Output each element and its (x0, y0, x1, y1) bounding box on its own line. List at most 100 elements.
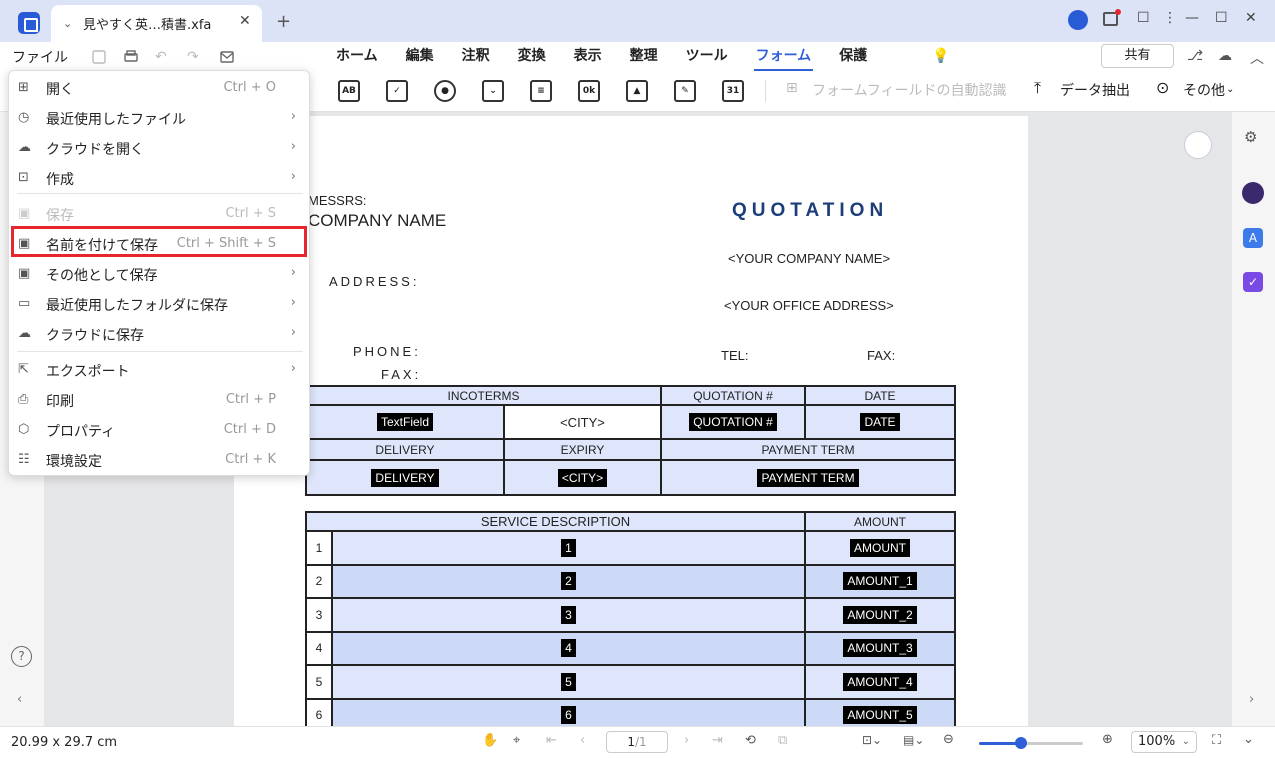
amount-cell[interactable]: AMOUNT_5 (804, 697, 956, 726)
tab-home[interactable]: ホーム (322, 42, 392, 72)
comment-icon[interactable]: ☐ (1137, 10, 1150, 26)
image-field-icon[interactable]: ▲ (626, 80, 648, 102)
menu-item-export[interactable]: ⇱ エクスポート › (9, 355, 309, 385)
menu-item-create[interactable]: ⊡ 作成 › (9, 163, 309, 193)
translate-icon[interactable]: A (1243, 228, 1263, 248)
amount-cell[interactable]: AMOUNT_3 (804, 630, 956, 666)
zoom-in-icon[interactable]: ⊕ (1102, 732, 1113, 747)
amount-cell[interactable]: AMOUNT_4 (804, 664, 956, 700)
description-cell[interactable]: 1 (331, 530, 806, 566)
amount-field[interactable]: AMOUNT (850, 538, 910, 557)
help-icon[interactable]: ? (11, 646, 32, 667)
description-field[interactable]: 1 (561, 538, 576, 557)
amount-cell[interactable]: AMOUNT_1 (804, 563, 956, 599)
list-box-icon[interactable]: ≡ (530, 80, 552, 102)
more-button[interactable]: その他 (1183, 80, 1225, 100)
date-field-icon[interactable]: 31 (722, 80, 744, 102)
layout-icon[interactable]: ▤⌄ (903, 733, 924, 747)
scroll-down-icon[interactable]: ⌄ (1243, 732, 1254, 747)
task-icon[interactable]: ✓ (1243, 272, 1263, 292)
hand-tool-icon[interactable]: ✋ (482, 733, 498, 748)
delivery-field[interactable]: DELIVERY (371, 468, 439, 487)
radio-button-icon[interactable]: ● (434, 80, 456, 102)
tab-organize[interactable]: 整理 (616, 42, 672, 72)
description-field[interactable]: 4 (561, 639, 576, 658)
ai-assistant-icon[interactable] (1242, 182, 1264, 204)
share-button[interactable]: 共有 (1101, 44, 1174, 68)
tab-view[interactable]: 表示 (560, 42, 616, 72)
description-field[interactable]: 5 (561, 672, 576, 691)
mail-icon[interactable] (219, 49, 235, 65)
payment-field-cell[interactable]: PAYMENT TERM (660, 459, 956, 496)
next-page-icon[interactable]: › (684, 733, 689, 748)
quotation-field[interactable]: QUOTATION # (689, 413, 777, 431)
word-convert-icon[interactable] (1184, 131, 1212, 159)
rotate-icon[interactable]: ⟲ (745, 733, 756, 748)
amount-cell[interactable]: AMOUNT (804, 530, 956, 566)
tab-protect[interactable]: 保護 (825, 42, 881, 72)
textfield-cell[interactable]: TextField (305, 404, 505, 440)
delivery-field-cell[interactable]: DELIVERY (305, 459, 505, 496)
file-menu-button[interactable]: ファイル (12, 47, 68, 67)
maximize-icon[interactable]: ☐ (1215, 10, 1228, 26)
extract-data-button[interactable]: データ抽出 (1060, 80, 1130, 100)
collapse-left-icon[interactable]: ‹ (17, 692, 22, 707)
tab-convert[interactable]: 変換 (504, 42, 560, 72)
description-field[interactable]: 2 (561, 572, 576, 591)
description-cell[interactable]: 6 (331, 697, 806, 726)
menu-item-recent-files[interactable]: ◷ 最近使用したファイル › (9, 103, 309, 133)
city-field[interactable]: <CITY> (557, 468, 608, 487)
lightbulb-icon[interactable]: 💡 (932, 48, 949, 64)
menu-item-save[interactable]: ▣ 保存 Ctrl + S (9, 199, 309, 229)
last-page-icon[interactable]: ⇥ (712, 733, 723, 748)
zoom-select[interactable]: 100% ⌄ (1131, 731, 1197, 753)
first-page-icon[interactable]: ⇤ (546, 733, 557, 748)
chevron-down-icon[interactable]: ⌄ (63, 17, 72, 30)
document-tab[interactable]: ⌄ 見やすく英…積書.xfa ✕ (51, 5, 262, 42)
checkbox-icon[interactable]: ✓ (386, 80, 408, 102)
zoom-slider-handle[interactable] (1015, 737, 1027, 749)
description-field[interactable]: 6 (561, 706, 576, 725)
account-icon[interactable] (1068, 10, 1088, 30)
new-tab-icon[interactable]: + (276, 11, 291, 32)
signature-field-icon[interactable]: ✎ (674, 80, 696, 102)
redo-icon[interactable]: ↷ (187, 49, 203, 65)
close-window-icon[interactable]: ✕ (1245, 10, 1257, 26)
menu-item-print[interactable]: ⎙ 印刷 Ctrl + P (9, 385, 309, 415)
amount-cell[interactable]: AMOUNT_2 (804, 597, 956, 633)
description-field[interactable]: 3 (561, 605, 576, 624)
prev-page-icon[interactable]: ‹ (580, 733, 585, 748)
quotation-field-cell[interactable]: QUOTATION # (660, 404, 806, 440)
amount-field[interactable]: AMOUNT_2 (843, 605, 917, 624)
save-icon[interactable] (91, 49, 107, 65)
amount-field[interactable]: AMOUNT_1 (843, 572, 917, 591)
network-icon[interactable]: ⎇ (1187, 48, 1203, 64)
amount-field[interactable]: AMOUNT_3 (843, 639, 917, 658)
description-cell[interactable]: 5 (331, 664, 806, 700)
amount-field[interactable]: AMOUNT_5 (843, 706, 917, 725)
amount-field[interactable]: AMOUNT_4 (843, 672, 917, 691)
menu-item-open[interactable]: ⊞ 開く Ctrl + O (9, 73, 309, 103)
date-field[interactable]: DATE (860, 413, 900, 431)
tab-tools[interactable]: ツール (672, 42, 742, 72)
page-number-input[interactable]: 1/1 (606, 731, 668, 753)
menu-item-save-as-other[interactable]: ▣ その他として保存 › (9, 259, 309, 289)
date-field-cell[interactable]: DATE (804, 404, 956, 440)
collapse-right-icon[interactable]: › (1249, 692, 1254, 707)
properties-icon[interactable]: ⚙ (1244, 128, 1257, 146)
collapse-icon[interactable]: ︿ (1250, 48, 1264, 68)
description-cell[interactable]: 2 (331, 563, 806, 599)
description-cell[interactable]: 4 (331, 630, 806, 666)
auto-detect-button[interactable]: フォームフィールドの自動認識 (812, 80, 1006, 100)
menu-item-preferences[interactable]: ☷ 環境設定 Ctrl + K (9, 445, 309, 475)
print-icon[interactable] (123, 49, 139, 65)
payment-term-field[interactable]: PAYMENT TERM (757, 468, 859, 487)
menu-item-properties[interactable]: ⬡ プロパティ Ctrl + D (9, 415, 309, 445)
zoom-out-icon[interactable]: ⊖ (943, 732, 954, 747)
text-field-icon[interactable]: AB (338, 80, 360, 102)
expiry-field-cell[interactable]: <CITY> (503, 459, 662, 496)
notification-icon[interactable] (1103, 9, 1121, 26)
button-icon[interactable]: 0k (578, 80, 600, 102)
tab-comment[interactable]: 注釈 (448, 42, 504, 72)
crop-icon[interactable]: ⧉ (778, 733, 787, 748)
